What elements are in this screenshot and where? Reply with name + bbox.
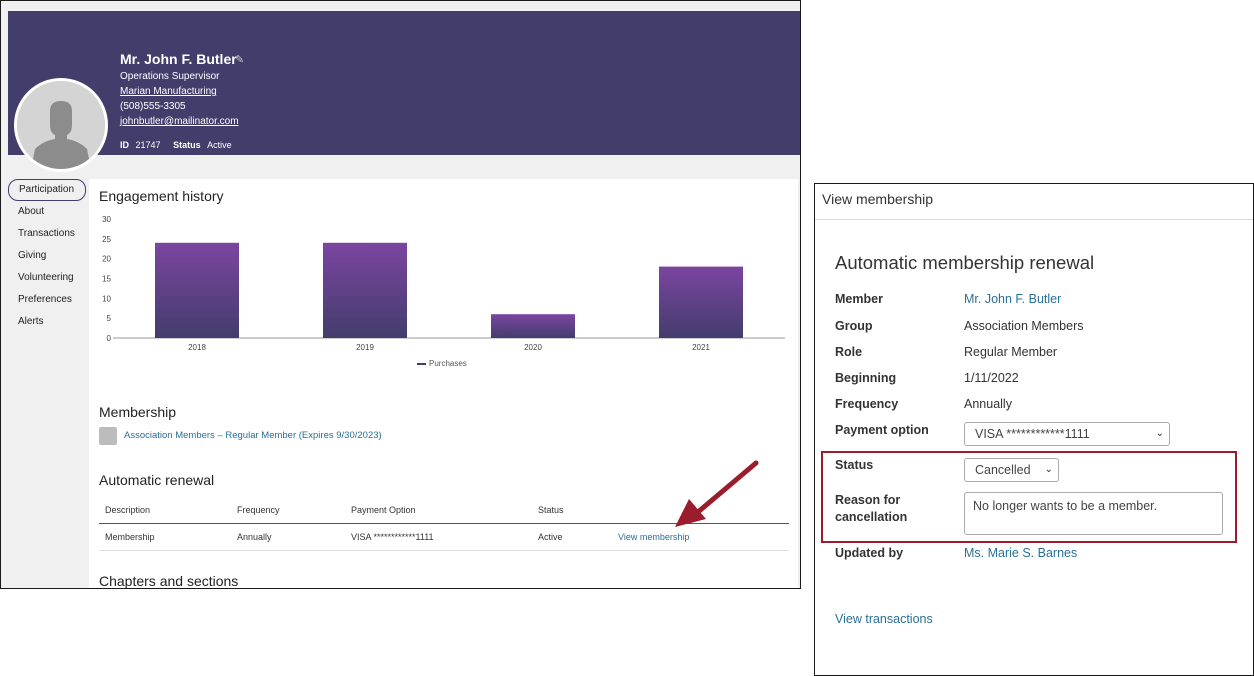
participation-card: Engagement history 0 5 10 15 20 25 30 2018 2019… bbox=[89, 179, 798, 589]
nav-item-preferences[interactable]: Preferences bbox=[8, 289, 86, 311]
beginning-label: Beginning bbox=[835, 371, 897, 385]
col-frequency: Frequency bbox=[237, 505, 280, 515]
chevron-down-icon: ⌄ bbox=[1155, 428, 1164, 439]
nav-item-alerts[interactable]: Alerts bbox=[8, 311, 86, 333]
y-tick-label: 10 bbox=[102, 294, 111, 303]
automatic-renewal-title: Automatic renewal bbox=[99, 472, 215, 488]
updated-by-link[interactable]: Ms. Marie S. Barnes bbox=[964, 546, 1077, 560]
col-payment-option: Payment Option bbox=[351, 505, 416, 515]
row-payment: VISA ************1111 bbox=[351, 532, 434, 542]
y-tick-label: 0 bbox=[107, 334, 112, 343]
y-tick-label: 25 bbox=[102, 235, 111, 244]
renewal-table: Description Frequency Payment Option Sta… bbox=[99, 497, 789, 551]
nav-item-volunteering[interactable]: Volunteering bbox=[8, 267, 86, 289]
view-membership-panel: View membership Automatic membership ren… bbox=[814, 183, 1254, 676]
beginning-value: 1/11/2022 bbox=[964, 371, 1019, 385]
panel-divider bbox=[815, 219, 1253, 220]
payment-option-value: VISA ************1111 bbox=[975, 427, 1090, 441]
x-tick-label-2019: 2019 bbox=[356, 343, 374, 352]
id-value: 21747 bbox=[135, 140, 161, 150]
engagement-chart: 0 5 10 15 20 25 30 2018 2019 2020 2021 bbox=[102, 215, 785, 352]
status-value: Active bbox=[207, 140, 232, 150]
chart-bar-2019[interactable] bbox=[323, 242, 407, 338]
profile-email-link[interactable]: johnbutler@mailinator.com bbox=[120, 116, 239, 127]
record-nav: Participation About Transactions Giving … bbox=[8, 179, 86, 333]
renewal-table-header: Description Frequency Payment Option Sta… bbox=[99, 497, 789, 524]
chapters-sections-title: Chapters and sections bbox=[99, 573, 239, 589]
y-tick-label: 20 bbox=[102, 255, 111, 264]
role-label: Role bbox=[835, 345, 863, 359]
profile-id-status: ID 21747 Status Active bbox=[120, 140, 232, 150]
x-tick-label-2021: 2021 bbox=[692, 343, 710, 352]
person-silhouette-icon bbox=[17, 81, 105, 169]
chart-legend: Purchases bbox=[417, 359, 467, 368]
row-frequency: Annually bbox=[237, 532, 272, 542]
constituent-record-screenshot: Mr. John F. Butler ✎ Operations Supervis… bbox=[0, 0, 801, 589]
role-value: Regular Member bbox=[964, 345, 1058, 359]
y-tick-label: 5 bbox=[107, 314, 112, 323]
y-tick-label: 15 bbox=[102, 275, 111, 284]
profile-name: Mr. John F. Butler bbox=[120, 51, 237, 67]
row-status: Active bbox=[538, 532, 563, 542]
edit-pencil-icon[interactable]: ✎ bbox=[235, 53, 244, 66]
avatar bbox=[14, 78, 108, 172]
chart-bar-2020[interactable] bbox=[491, 314, 575, 338]
id-label: ID bbox=[120, 140, 129, 150]
payment-option-label: Payment option bbox=[835, 423, 929, 437]
frequency-value: Annually bbox=[964, 397, 1012, 411]
y-tick-label: 30 bbox=[102, 215, 111, 224]
nav-item-participation[interactable]: Participation bbox=[8, 179, 86, 201]
payment-option-select[interactable]: VISA ************1111 ⌄ bbox=[964, 422, 1170, 446]
profile-phone: (508)555-3305 bbox=[120, 101, 186, 112]
x-tick-label-2020: 2020 bbox=[524, 343, 542, 352]
chart-bar-2021[interactable] bbox=[659, 266, 743, 338]
table-row: Membership Annually VISA ************111… bbox=[99, 524, 789, 551]
x-tick-label-2018: 2018 bbox=[188, 343, 206, 352]
view-membership-link[interactable]: View membership bbox=[618, 532, 689, 542]
panel-title: View membership bbox=[822, 191, 934, 207]
profile-banner bbox=[8, 11, 800, 155]
row-description: Membership bbox=[105, 532, 155, 542]
view-transactions-link[interactable]: View transactions bbox=[835, 612, 933, 626]
col-description: Description bbox=[105, 505, 151, 515]
profile-company-link[interactable]: Marian Manufacturing bbox=[120, 86, 217, 97]
legend-label: Purchases bbox=[429, 359, 467, 368]
chart-bar-2018[interactable] bbox=[155, 242, 239, 338]
frequency-label: Frequency bbox=[835, 397, 899, 411]
membership-group-icon bbox=[99, 427, 117, 445]
nav-item-transactions[interactable]: Transactions bbox=[8, 223, 86, 245]
panel-heading: Automatic membership renewal bbox=[835, 252, 1095, 273]
legend-swatch bbox=[417, 362, 426, 365]
membership-title: Membership bbox=[99, 404, 177, 420]
member-link[interactable]: Mr. John F. Butler bbox=[964, 292, 1061, 306]
membership-link[interactable]: Association Members – Regular Member (Ex… bbox=[124, 430, 382, 441]
nav-item-giving[interactable]: Giving bbox=[8, 245, 86, 267]
nav-item-about[interactable]: About bbox=[8, 201, 86, 223]
member-label: Member bbox=[835, 292, 883, 306]
group-label: Group bbox=[835, 319, 873, 333]
profile-job-title: Operations Supervisor bbox=[120, 71, 220, 82]
col-status: Status bbox=[538, 505, 564, 515]
group-value: Association Members bbox=[964, 319, 1084, 333]
highlight-box bbox=[821, 451, 1237, 543]
status-label: Status bbox=[173, 140, 201, 150]
updated-by-label: Updated by bbox=[835, 546, 904, 560]
